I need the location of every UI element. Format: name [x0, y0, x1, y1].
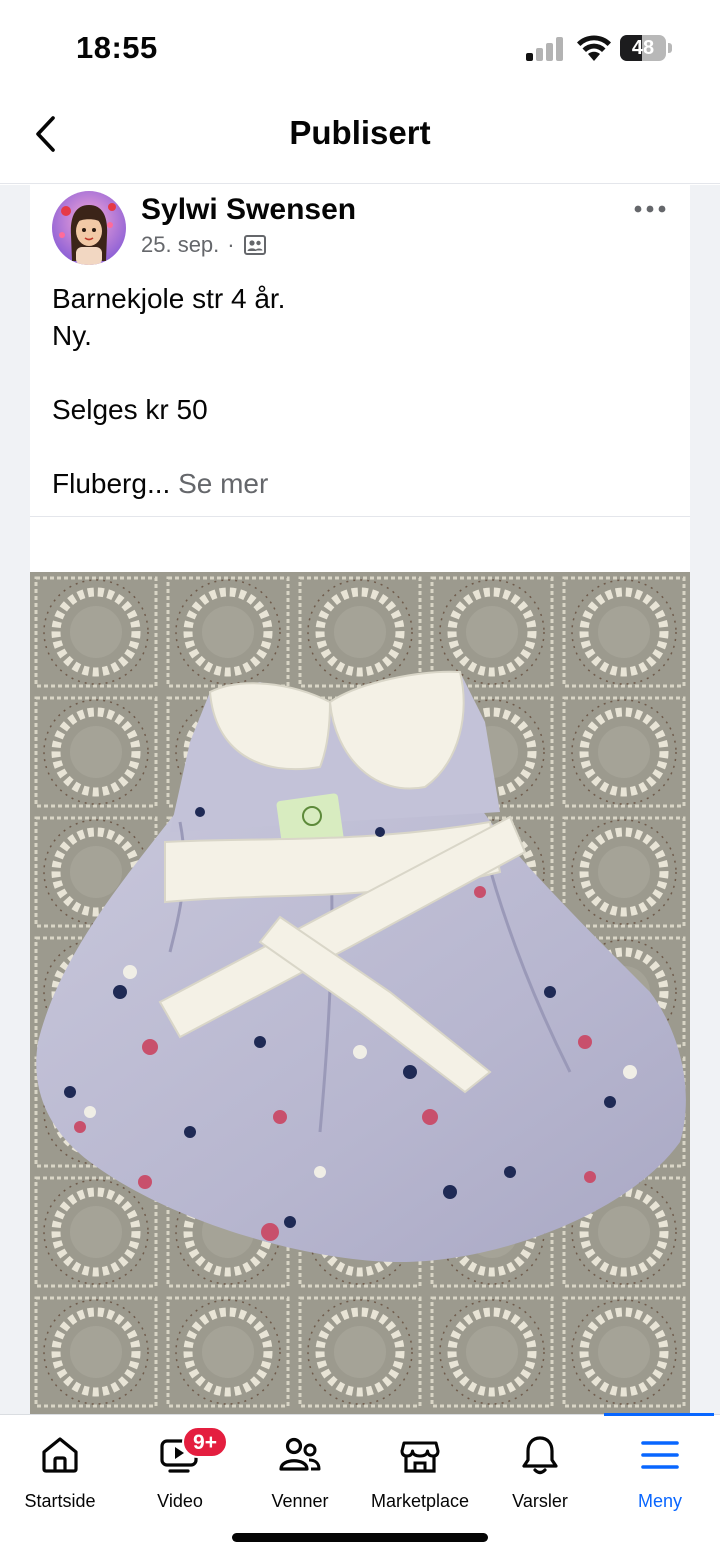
nav-tab-friends[interactable]: Venner: [240, 1415, 360, 1525]
post-photo[interactable]: [30, 572, 690, 1415]
post-text: Barnekjole str 4 år. Ny. Selges kr 50 Fl…: [52, 280, 672, 502]
nav-tab-menu[interactable]: Meny: [600, 1415, 720, 1525]
nav-label: Startside: [24, 1491, 96, 1511]
avatar-image: [52, 191, 126, 265]
divider: [30, 516, 690, 517]
post-text-line: Ny.: [52, 320, 92, 351]
dress-photo-image: [30, 572, 690, 1415]
more-options-button[interactable]: [630, 197, 670, 221]
nav-label: Meny: [637, 1491, 682, 1511]
marketplace-icon: [400, 1441, 440, 1473]
battery-icon: 48: [620, 35, 672, 61]
page-header: Publisert: [0, 96, 720, 184]
battery-level: 48: [631, 37, 655, 59]
nav-label: Marketplace: [370, 1491, 470, 1511]
post-text-line: Selges kr 50: [52, 394, 208, 425]
home-indicator[interactable]: [232, 1533, 488, 1542]
nav-tab-notifications[interactable]: Varsler: [480, 1415, 600, 1525]
wifi-icon: [577, 35, 611, 61]
bell-icon: [522, 1436, 558, 1475]
status-time: 18:55: [76, 30, 158, 65]
menu-icon: [641, 1441, 679, 1469]
nav-tab-video[interactable]: 9+ Video: [120, 1415, 240, 1525]
post-date[interactable]: 25. sep.: [141, 232, 219, 258]
more-horizontal-icon: [634, 205, 666, 213]
post-meta: 25. sep. ·: [141, 232, 267, 258]
post-card: Sylwi Swensen 25. sep. · Barnekjole str …: [30, 185, 690, 1415]
see-more-link[interactable]: Se mer: [178, 468, 268, 499]
nav-label: Venner: [271, 1491, 329, 1511]
home-icon: [42, 1437, 78, 1473]
post-text-line: Barnekjole str 4 år.: [52, 283, 286, 314]
truncated-text: Fluberg...: [52, 468, 171, 499]
nav-tab-marketplace[interactable]: Marketplace: [360, 1415, 480, 1525]
friends-icon: [279, 1437, 321, 1471]
signal-icon: [526, 37, 564, 61]
post-text-blank-line: [52, 354, 672, 391]
group-audience-icon: [243, 235, 266, 255]
post-text-blank-line: [52, 428, 672, 465]
nav-label: Video: [157, 1491, 203, 1511]
nav-label: Varsler: [512, 1491, 568, 1511]
status-bar: 18:55 48: [0, 0, 720, 96]
bottom-navigation: Startside 9+ Video Venner Marketplace Va…: [0, 1413, 720, 1558]
post-text-last-line: Fluberg... Se mer: [52, 465, 672, 502]
meta-separator: ·: [227, 232, 235, 257]
notification-badge: 9+: [182, 1426, 228, 1458]
avatar[interactable]: [52, 191, 126, 265]
nav-tab-home[interactable]: Startside: [0, 1415, 120, 1525]
author-name[interactable]: Sylwi Swensen: [141, 193, 356, 227]
page-title: Publisert: [289, 114, 431, 151]
